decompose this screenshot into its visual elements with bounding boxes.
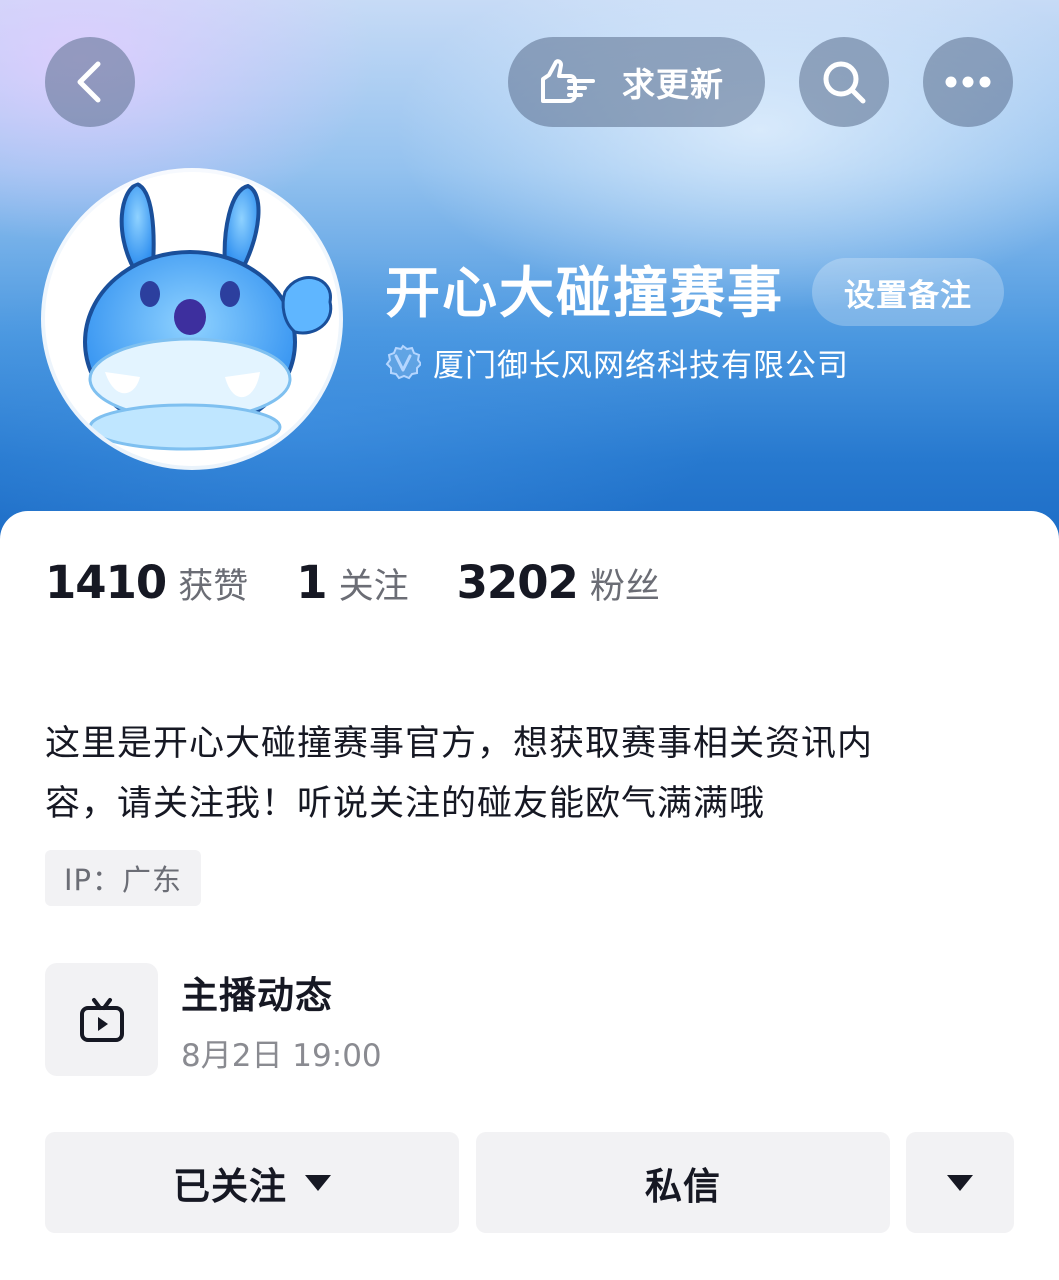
message-button[interactable]: 私信 — [476, 1132, 890, 1233]
search-button[interactable] — [799, 37, 889, 127]
verified-badge-icon — [385, 344, 421, 380]
stats-row: 1410 获赞 1 关注 3202 粉丝 — [45, 556, 708, 616]
request-update-label: 求更新 — [622, 65, 724, 104]
request-update-button[interactable]: 求更新 — [508, 37, 765, 127]
live-status-title[interactable]: 主播动态 — [181, 965, 333, 1019]
verification-company: 厦门御长风网络科技有限公司 — [433, 347, 849, 384]
live-icon-box[interactable] — [45, 963, 158, 1076]
live-status-time: 8月2日 19:00 — [181, 1038, 382, 1074]
stat-likes-value: 1410 — [45, 556, 167, 609]
stat-likes[interactable]: 1410 获赞 — [45, 556, 248, 609]
stat-following-value: 1 — [296, 556, 327, 609]
ip-location-tag: IP：广东 — [45, 850, 201, 906]
message-button-label: 私信 — [645, 1164, 721, 1208]
more-dots-icon — [945, 76, 991, 88]
tv-play-icon — [79, 997, 124, 1042]
stat-likes-label: 获赞 — [178, 567, 249, 607]
profile-name: 开心大碰撞赛事 — [385, 261, 785, 325]
bio-line-1: 这里是开心大碰撞赛事官方，想获取赛事相关资讯内 — [45, 724, 874, 764]
caret-down-icon — [305, 1174, 331, 1191]
more-dropdown-button[interactable] — [906, 1132, 1014, 1233]
caret-down-icon — [947, 1174, 973, 1191]
blue-creature-avatar-icon — [83, 181, 333, 451]
avatar[interactable] — [45, 172, 339, 466]
stat-followers[interactable]: 3202 粉丝 — [457, 556, 660, 609]
stat-following[interactable]: 1 关注 — [296, 556, 408, 609]
more-options-button[interactable] — [923, 37, 1013, 127]
bio-line-2: 容，请关注我！听说关注的碰友能欧气满满哦 — [45, 784, 766, 824]
followed-button-label: 已关注 — [173, 1164, 287, 1208]
stat-followers-label: 粉丝 — [589, 567, 660, 607]
verification-row: 厦门御长风网络科技有限公司 — [385, 340, 849, 384]
bio-text: 这里是开心大碰撞赛事官方，想获取赛事相关资讯内 容，请关注我！听说关注的碰友能欧… — [45, 714, 975, 834]
stat-followers-value: 3202 — [456, 556, 579, 609]
stat-following-label: 关注 — [338, 567, 409, 607]
search-icon — [823, 61, 866, 104]
chevron-left-icon — [77, 61, 101, 103]
pointing-hand-icon — [538, 52, 598, 112]
followed-button[interactable]: 已关注 — [45, 1132, 459, 1233]
back-button[interactable] — [45, 37, 135, 127]
set-remark-button[interactable]: 设置备注 — [812, 258, 1004, 326]
